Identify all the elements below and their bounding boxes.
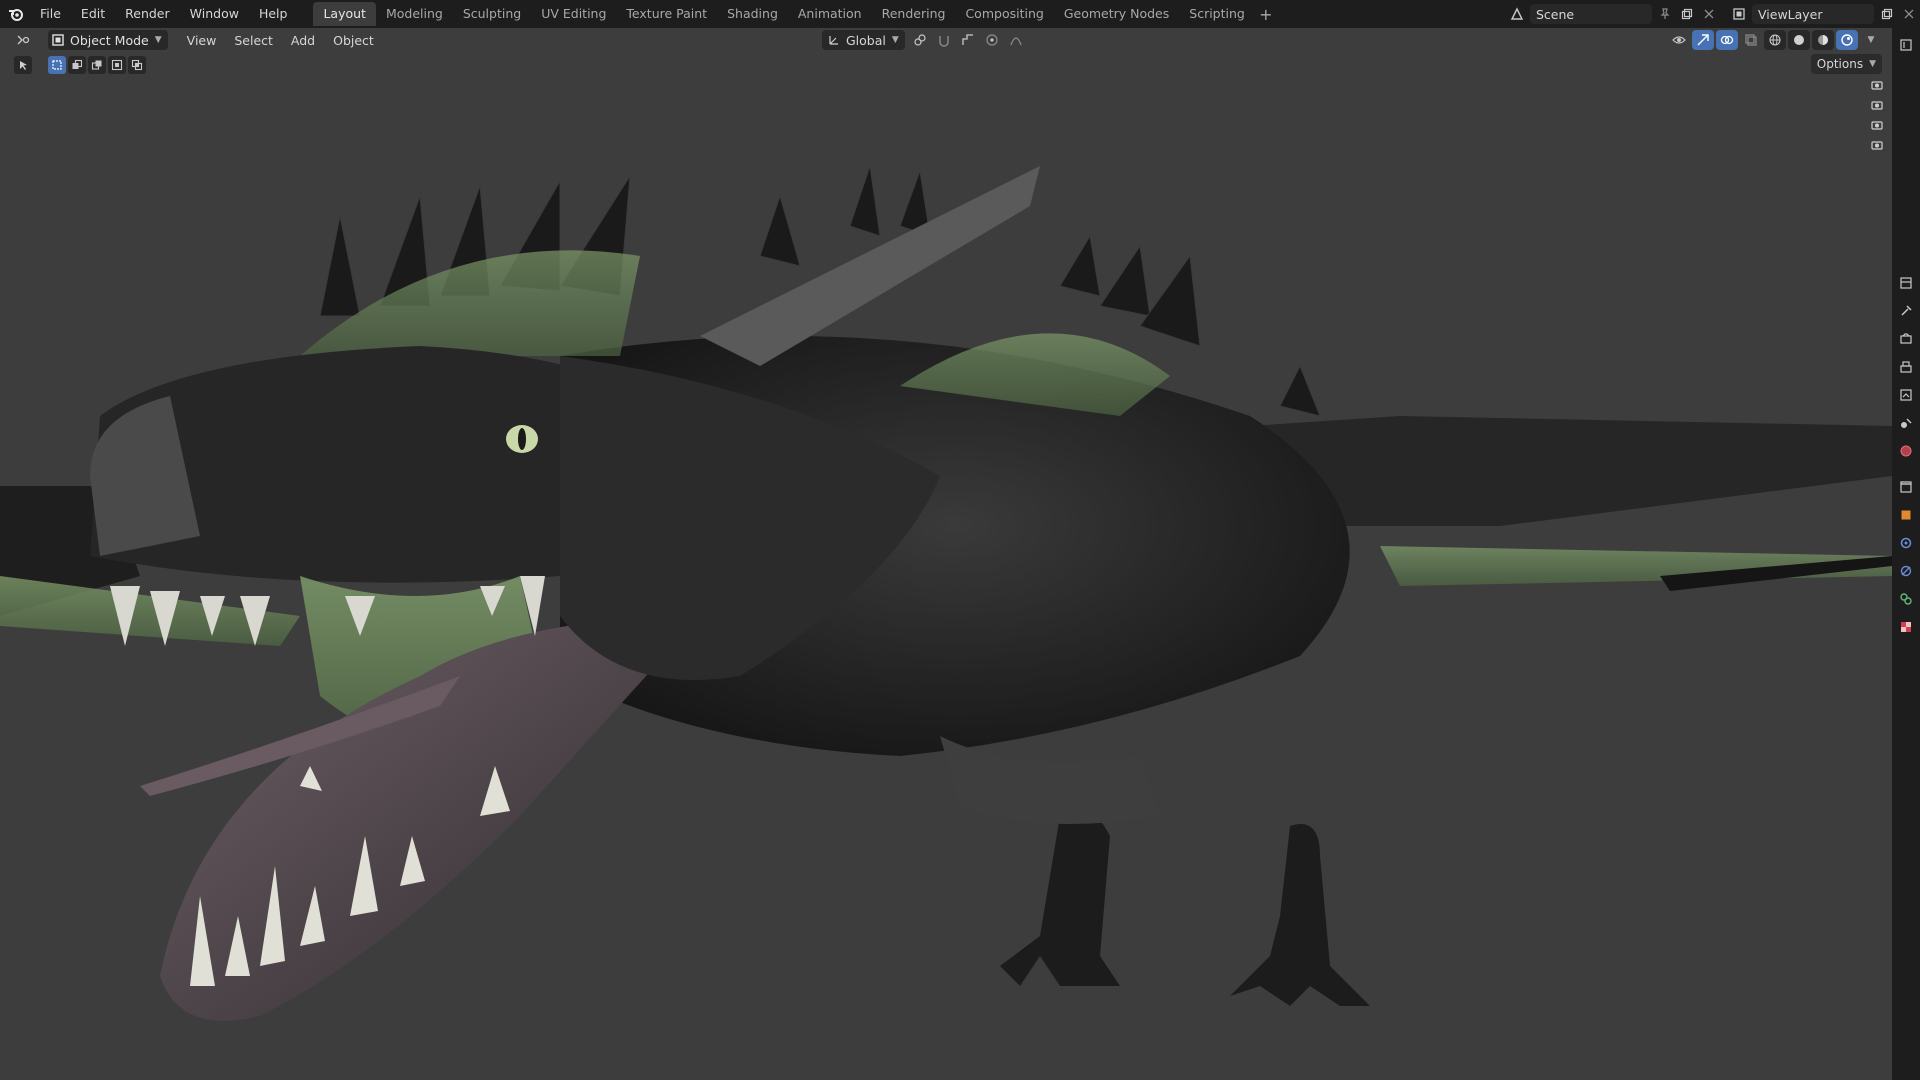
orientation-icon: [829, 36, 838, 45]
properties-panel-icon[interactable]: [1895, 272, 1917, 294]
menu-help[interactable]: Help: [249, 0, 298, 28]
world-properties-icon[interactable]: [1895, 440, 1917, 462]
viewport-display-tools: ▼: [1668, 30, 1882, 50]
xray-toggle-icon[interactable]: [1740, 30, 1762, 50]
object-mode-icon: [52, 34, 64, 46]
shading-options-chevron-icon[interactable]: ▼: [1860, 30, 1882, 50]
pin-icon[interactable]: [1654, 4, 1676, 24]
scene-name: Scene: [1536, 6, 1575, 22]
workspace-tabs: Layout Modeling Sculpting UV Editing Tex…: [313, 0, 1276, 28]
tab-animation[interactable]: Animation: [788, 2, 872, 26]
tab-layout[interactable]: Layout: [313, 2, 376, 26]
falloff-icon[interactable]: [1005, 30, 1027, 50]
view-layer-properties-icon[interactable]: [1895, 384, 1917, 406]
view-layer-field[interactable]: ViewLayer: [1752, 4, 1874, 24]
tab-scripting[interactable]: Scripting: [1179, 2, 1255, 26]
transform-orientation-dropdown[interactable]: Global ▼: [822, 30, 905, 50]
transform-orientation-label: Global: [846, 32, 886, 48]
scene-properties-icon[interactable]: [1895, 412, 1917, 434]
menu-add[interactable]: Add: [282, 33, 324, 48]
menu-file[interactable]: File: [30, 0, 71, 28]
rendered-shading-icon[interactable]: [1836, 30, 1858, 50]
object-mode-dropdown[interactable]: Object Mode ▼: [48, 30, 168, 50]
collapse-icon[interactable]: [1895, 34, 1917, 56]
texture-properties-icon[interactable]: [1895, 616, 1917, 638]
3d-viewport[interactable]: Object Mode ▼ View Select Add Object Glo…: [0, 28, 1892, 1080]
menu-select[interactable]: Select: [225, 33, 282, 48]
wireframe-shading-icon[interactable]: [1764, 30, 1786, 50]
object-mode-label: Object Mode: [70, 32, 149, 48]
snap-target-icon[interactable]: [957, 30, 979, 50]
constraint-properties-icon[interactable]: [1895, 588, 1917, 610]
tool-properties-icon[interactable]: [1895, 300, 1917, 322]
topbar: File Edit Render Window Help Layout Mode…: [0, 0, 1920, 28]
tab-sculpting[interactable]: Sculpting: [453, 2, 531, 26]
visibility-icon[interactable]: [1668, 30, 1690, 50]
dragon-model-render[interactable]: [0, 56, 1892, 1080]
menu-edit[interactable]: Edit: [71, 0, 115, 28]
solid-shading-icon[interactable]: [1788, 30, 1810, 50]
proportional-editing-icon[interactable]: [981, 30, 1003, 50]
scene-type-icon[interactable]: [1506, 4, 1528, 24]
add-workspace-button[interactable]: +: [1255, 5, 1277, 24]
editor-type-icon[interactable]: [12, 30, 34, 50]
tab-uv-editing[interactable]: UV Editing: [531, 2, 616, 26]
new-scene-icon[interactable]: [1676, 4, 1698, 24]
tab-shading[interactable]: Shading: [717, 2, 788, 26]
delete-scene-icon[interactable]: [1698, 4, 1720, 24]
chevron-down-icon: ▼: [891, 35, 899, 45]
properties-tab-strip: [1892, 28, 1920, 1080]
view-layer-name: ViewLayer: [1758, 6, 1823, 22]
material-preview-icon[interactable]: [1812, 30, 1834, 50]
scene-field[interactable]: Scene: [1530, 4, 1652, 24]
tab-rendering[interactable]: Rendering: [872, 2, 956, 26]
chevron-down-icon: ▼: [154, 35, 162, 45]
menu-object[interactable]: Object: [324, 33, 383, 48]
pivot-point-icon[interactable]: [909, 30, 931, 50]
output-properties-icon[interactable]: [1895, 356, 1917, 378]
transform-tools: Global ▼: [820, 30, 1027, 50]
viewport-header: Object Mode ▼ View Select Add Object Glo…: [0, 28, 1892, 52]
menu-window[interactable]: Window: [180, 0, 249, 28]
menu-view[interactable]: View: [178, 33, 226, 48]
view-layer-icon[interactable]: [1728, 4, 1750, 24]
tab-texture-paint[interactable]: Texture Paint: [616, 2, 717, 26]
collection-properties-icon[interactable]: [1895, 476, 1917, 498]
tab-geometry-nodes[interactable]: Geometry Nodes: [1054, 2, 1179, 26]
delete-view-layer-icon[interactable]: [1898, 4, 1920, 24]
menu-render[interactable]: Render: [115, 0, 180, 28]
gizmo-toggle-icon[interactable]: [1692, 30, 1714, 50]
snap-icon[interactable]: [933, 30, 955, 50]
render-properties-icon[interactable]: [1895, 328, 1917, 350]
overlays-toggle-icon[interactable]: [1716, 30, 1738, 50]
scene-controls: Scene ViewLayer: [1506, 0, 1920, 28]
new-view-layer-icon[interactable]: [1876, 4, 1898, 24]
modifier-properties-icon[interactable]: [1895, 532, 1917, 554]
tab-compositing[interactable]: Compositing: [955, 2, 1053, 26]
physics-properties-icon[interactable]: [1895, 560, 1917, 582]
tab-modeling[interactable]: Modeling: [376, 2, 453, 26]
blender-logo-icon[interactable]: [2, 0, 30, 28]
object-properties-icon[interactable]: [1895, 504, 1917, 526]
